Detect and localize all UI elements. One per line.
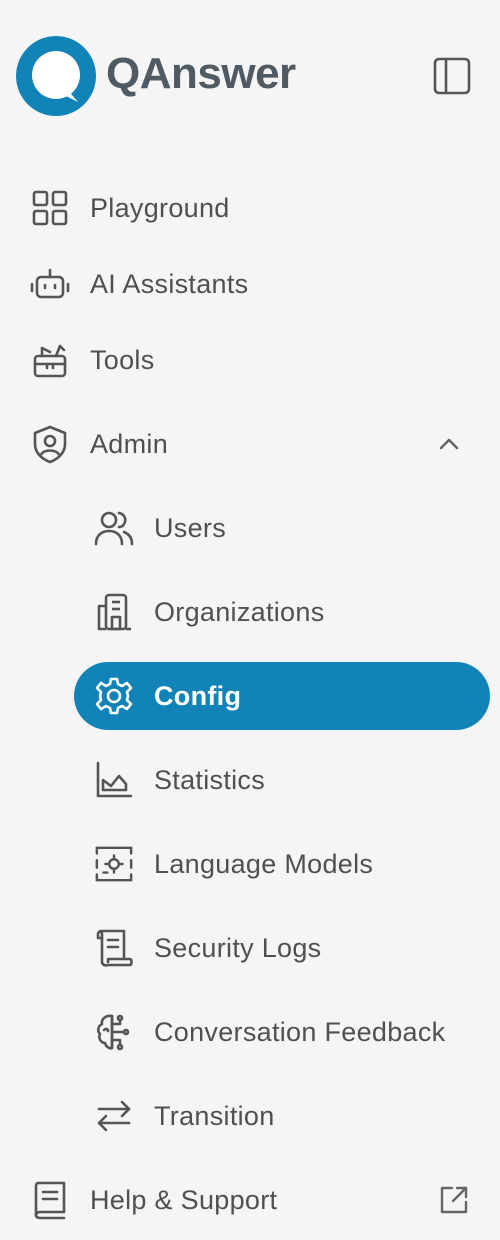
brain-icon bbox=[94, 1012, 134, 1052]
nav-label-conversation-feedback: Conversation Feedback bbox=[154, 1016, 446, 1047]
shield-user-icon bbox=[30, 424, 70, 464]
sidebar-header: QAnswer bbox=[0, 0, 500, 150]
active-highlight bbox=[74, 662, 490, 730]
book-icon bbox=[30, 1180, 70, 1220]
nav-item-conversation-feedback[interactable]: Conversation Feedback bbox=[0, 994, 500, 1070]
nav-label-ai-assistants: AI Assistants bbox=[90, 268, 249, 299]
scroll-log-icon bbox=[94, 928, 134, 968]
nav-item-help-support[interactable]: Help & Support bbox=[0, 1162, 500, 1238]
nav-item-ai-assistants[interactable]: AI Assistants bbox=[0, 246, 500, 322]
nav-label-tools: Tools bbox=[90, 344, 155, 375]
gear-icon bbox=[94, 676, 134, 716]
nav-label-admin: Admin bbox=[90, 428, 169, 459]
model-chip-icon bbox=[94, 844, 134, 884]
toolbox-icon bbox=[30, 340, 70, 380]
nav-item-admin[interactable]: Admin bbox=[0, 406, 500, 482]
nav-item-transition[interactable]: Transition bbox=[0, 1078, 500, 1154]
nav-label-security-logs: Security Logs bbox=[154, 932, 322, 963]
grid-icon bbox=[30, 188, 70, 228]
nav-item-organizations[interactable]: Organizations bbox=[0, 574, 500, 650]
nav-item-language-models[interactable]: Language Models bbox=[0, 826, 500, 902]
nav-label-help-support: Help & Support bbox=[90, 1184, 278, 1215]
nav-item-statistics[interactable]: Statistics bbox=[0, 742, 500, 818]
users-icon bbox=[94, 508, 134, 548]
building-icon bbox=[94, 592, 134, 632]
nav-label-language-models: Language Models bbox=[154, 848, 374, 879]
sidebar: QAnswer Playground AI Assistants Tools A… bbox=[0, 0, 500, 1240]
chart-icon bbox=[94, 760, 134, 800]
nav-label-transition: Transition bbox=[154, 1100, 275, 1131]
chevron-up-icon[interactable] bbox=[436, 431, 462, 457]
nav-label-users: Users bbox=[154, 512, 227, 543]
sidebar-collapse-icon bbox=[433, 57, 471, 95]
nav-item-playground[interactable]: Playground bbox=[0, 170, 500, 246]
nav-item-tools[interactable]: Tools bbox=[0, 322, 500, 398]
nav-label-organizations: Organizations bbox=[154, 596, 325, 627]
external-link-icon bbox=[438, 1184, 470, 1216]
nav-label-playground: Playground bbox=[90, 192, 230, 223]
nav-item-security-logs[interactable]: Security Logs bbox=[0, 910, 500, 986]
brand-name: QAnswer bbox=[106, 49, 296, 98]
sidebar-collapse-button[interactable] bbox=[430, 54, 474, 98]
nav-label-statistics: Statistics bbox=[154, 764, 266, 795]
arrows-exchange-icon bbox=[94, 1096, 134, 1136]
robot-icon bbox=[30, 264, 70, 304]
nav-item-users[interactable]: Users bbox=[0, 490, 500, 566]
nav-item-config[interactable]: Config bbox=[0, 658, 500, 734]
qanswer-logo-icon bbox=[16, 36, 96, 116]
nav-label-config: Config bbox=[154, 680, 242, 711]
